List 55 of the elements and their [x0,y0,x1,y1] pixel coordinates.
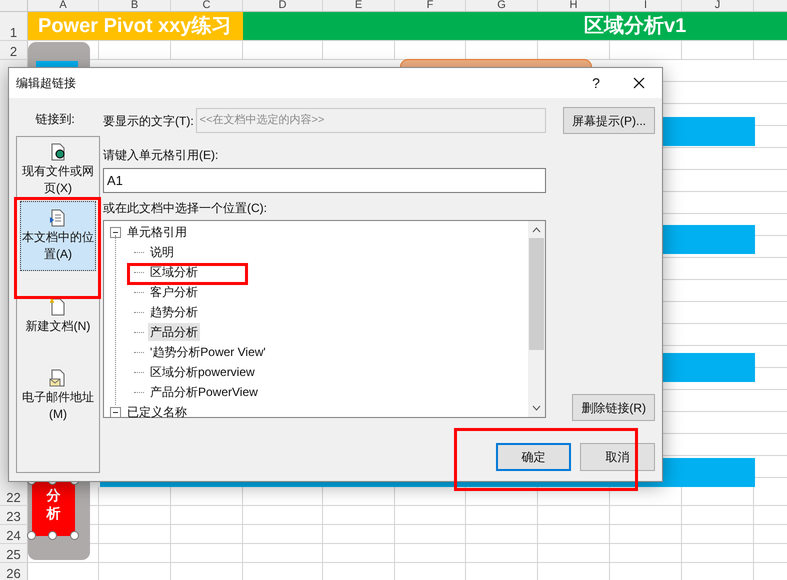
cell-reference-field[interactable]: A1 [103,168,546,193]
tree-item[interactable]: 已定义名称 [125,403,189,421]
collapse-toggle[interactable] [110,226,121,238]
document-globe-icon [49,143,67,161]
sheet-heading: 区域分析v1 [584,14,686,39]
column-header[interactable]: E [323,0,395,11]
column-header[interactable]: D [243,0,323,11]
scrollbar-thumb[interactable] [529,238,544,350]
shape-label: 分析 [46,487,60,524]
help-button[interactable]: ? [576,68,616,98]
row-header[interactable]: 22 [0,487,28,505]
tree-item[interactable]: 产品分析 [148,323,200,341]
field-label: 或在此文档中选择一个位置(C): [103,200,268,217]
tree-item[interactable]: 区域分析 [148,263,200,281]
link-type-item[interactable]: 新建文档(N) [20,289,96,343]
tree-item[interactable]: 单元格引用 [125,223,189,241]
tree-item[interactable]: 区域分析powerview [148,363,257,381]
tree-item[interactable]: 产品分析PowerView [148,383,260,401]
row-header[interactable]: 23 [0,506,28,524]
column-header[interactable]: C [171,0,243,11]
column-header[interactable]: B [99,0,171,11]
row-header[interactable]: 25 [0,544,28,562]
window-title: 编辑超链接 [16,75,76,92]
link-type-item[interactable]: 电子邮件地址(M) [20,369,96,423]
column-header[interactable]: F [395,0,466,11]
link-type-item[interactable]: 本文档中的位置(A) [20,201,96,271]
tree-item[interactable]: 趋势分析 [148,303,200,321]
collapse-toggle[interactable] [110,406,121,418]
new-document-icon [49,298,67,316]
field-label: 要显示的文字(T): [103,112,194,130]
close-icon [633,77,645,89]
row-header[interactable]: 24 [0,525,28,543]
link-to-label: 链接到: [35,111,75,128]
tree-item[interactable]: 客户分析 [148,283,200,301]
row-header[interactable]: 2 [0,41,28,59]
document-arrow-icon [49,209,67,227]
sheet-title: Power Pivot xxy练习 [28,12,243,40]
location-tree[interactable]: 单元格引用 说明 区域分析 客户分析 趋势分析 产品分析 '趋势分析Power View' 区域分析powerview 产品分析PowerView 已定义名称 [103,220,546,418]
remove-link-button[interactable]: 删除链接(R) [572,394,655,421]
column-header[interactable]: J [682,0,754,11]
document-envelope-icon [49,369,67,387]
tree-item[interactable]: 说明 [148,243,176,261]
field-label: 请键入单元格引用(E): [103,147,220,164]
ok-button[interactable]: 确定 [496,443,571,471]
row-header[interactable]: 26 [0,563,28,580]
screen-tip-button[interactable]: 屏幕提示(P)... [563,107,655,134]
column-header[interactable]: A [28,0,99,11]
row-header[interactable]: 1 [0,12,28,40]
link-type-item[interactable]: 现有文件或网页(X) [20,143,96,197]
column-header[interactable]: I [610,0,682,11]
column-header[interactable]: G [466,0,538,11]
column-header[interactable]: H [538,0,610,11]
tree-item[interactable]: '趋势分析Power View' [148,343,268,361]
scrollbar[interactable] [528,221,545,417]
cancel-button[interactable]: 取消 [580,443,655,471]
